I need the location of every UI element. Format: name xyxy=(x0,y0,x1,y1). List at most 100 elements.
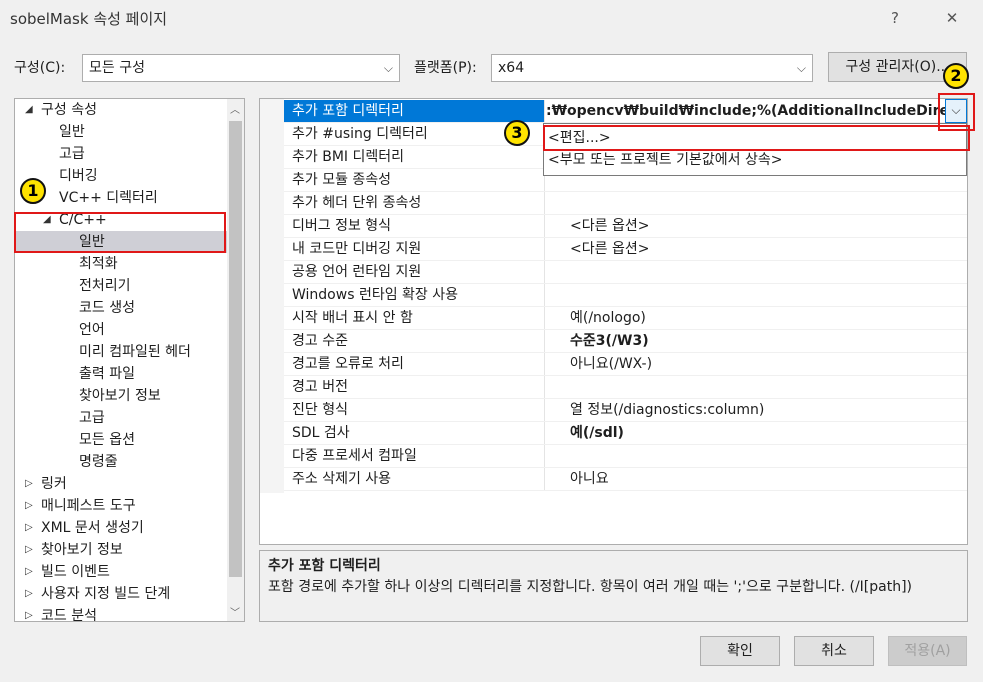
expand-arrow-icon[interactable]: ▷ xyxy=(25,539,33,561)
expand-arrow-icon[interactable]: ▷ xyxy=(25,495,33,517)
column-divider xyxy=(544,399,545,421)
chevron-up-icon[interactable]: ︿ xyxy=(230,101,240,116)
property-row[interactable]: 내 코드만 디버깅 지원 <다른 옵션> xyxy=(284,238,967,261)
scrollbar-thumb[interactable] xyxy=(229,121,242,577)
annotation-badge-2: 2 xyxy=(943,63,969,89)
expand-arrow-icon[interactable]: ▷ xyxy=(25,473,33,495)
collapse-arrow-icon[interactable]: ◢ xyxy=(25,99,33,121)
chevron-down-icon: ⌵ xyxy=(796,61,806,75)
column-divider xyxy=(544,330,545,352)
chevron-down-icon: ⌵ xyxy=(383,61,393,75)
tree-item[interactable]: 고급 xyxy=(15,407,227,429)
description-title: 추가 포함 디렉터리 xyxy=(268,558,381,574)
tree-item[interactable]: ▷ 찾아보기 정보 xyxy=(15,539,227,561)
property-name: 경고 수준 xyxy=(292,333,348,349)
tree-item[interactable]: 최적화 xyxy=(15,253,227,275)
property-row[interactable]: 경고 수준 수준3(/W3) xyxy=(284,330,967,353)
tree-item[interactable]: 명령줄 xyxy=(15,451,227,473)
tree-scrollbar[interactable]: ︿ ﹀ xyxy=(227,99,244,621)
expand-arrow-icon[interactable]: ▷ xyxy=(25,605,33,621)
property-row[interactable]: 경고 버전 xyxy=(284,376,967,399)
tree-item-label: 빌드 이벤트 xyxy=(41,564,110,580)
grid-gutter xyxy=(260,99,284,493)
property-name: 내 코드만 디버깅 지원 xyxy=(292,241,422,257)
window-title: sobelMask 속성 페이지 xyxy=(10,10,168,28)
property-row[interactable]: 공용 언어 런타임 지원 xyxy=(284,261,967,284)
column-divider xyxy=(544,307,545,329)
help-button[interactable]: ? xyxy=(875,4,915,32)
tree-item[interactable]: 미리 컴파일된 헤더 xyxy=(15,341,227,363)
expand-arrow-icon[interactable]: ▷ xyxy=(25,517,33,539)
property-value[interactable]: :₩opencv₩build₩include;%(AdditionalInclu… xyxy=(546,100,946,122)
tree-item[interactable]: ▷ XML 문서 생성기 xyxy=(15,517,227,539)
property-name: 공용 언어 런타임 지원 xyxy=(292,264,422,280)
tree-item-label: 일반 xyxy=(59,124,85,140)
expand-arrow-icon[interactable]: ▷ xyxy=(25,561,33,583)
tree-item-label: 찾아보기 정보 xyxy=(79,388,161,404)
property-value[interactable]: 아니요(/WX-) xyxy=(570,353,950,375)
tree-item[interactable]: 전처리기 xyxy=(15,275,227,297)
tree-item[interactable]: ▷ 빌드 이벤트 xyxy=(15,561,227,583)
tree-item[interactable]: VC++ 디렉터리 xyxy=(15,187,227,209)
property-name: 추가 모듈 종속성 xyxy=(292,172,392,188)
dropdown-item-inherit[interactable]: <부모 또는 프로젝트 기본값에서 상속> xyxy=(548,149,962,171)
property-value[interactable]: 예(/nologo) xyxy=(570,307,950,329)
tree-item[interactable]: 일반 xyxy=(15,121,227,143)
property-value[interactable]: 예(/sdl) xyxy=(570,422,950,444)
property-row[interactable]: 시작 배너 표시 안 함 예(/nologo) xyxy=(284,307,967,330)
column-divider xyxy=(544,353,545,375)
annotation-badge-1: 1 xyxy=(20,178,46,204)
property-name: 경고를 오류로 처리 xyxy=(292,356,404,372)
config-select[interactable]: 모든 구성 ⌵ xyxy=(82,54,400,82)
chevron-down-icon[interactable]: ﹀ xyxy=(230,604,240,619)
property-row[interactable]: Windows 런타임 확장 사용 xyxy=(284,284,967,307)
tree-item[interactable]: 언어 xyxy=(15,319,227,341)
tree-item[interactable]: ▷ 사용자 지정 빌드 단계 xyxy=(15,583,227,605)
tree-item[interactable]: ◢ 구성 속성 xyxy=(15,99,227,121)
property-row[interactable]: 추가 포함 디렉터리:₩opencv₩build₩include;%(Addit… xyxy=(284,100,967,123)
description-text: 포함 경로에 추가할 하나 이상의 디렉터리를 지정합니다. 항목이 여러 개일… xyxy=(268,579,913,595)
cancel-button[interactable]: 취소 xyxy=(794,636,874,666)
tree-item-label: 전처리기 xyxy=(79,278,131,294)
property-value[interactable]: <다른 옵션> xyxy=(570,238,950,260)
property-value[interactable]: 수준3(/W3) xyxy=(570,330,950,352)
property-row[interactable]: 주소 삭제기 사용 아니요 xyxy=(284,468,967,491)
tree-item-label: 미리 컴파일된 헤더 xyxy=(79,344,191,360)
property-row[interactable]: 다중 프로세서 컴파일 xyxy=(284,445,967,468)
platform-select[interactable]: x64 ⌵ xyxy=(491,54,813,82)
property-value[interactable]: <다른 옵션> xyxy=(570,215,950,237)
close-button[interactable]: ✕ xyxy=(932,4,972,32)
property-name: Windows 런타임 확장 사용 xyxy=(292,287,459,303)
description-panel: 추가 포함 디렉터리 포함 경로에 추가할 하나 이상의 디렉터리를 지정합니다… xyxy=(259,550,968,622)
tree-item-label: 찾아보기 정보 xyxy=(41,542,123,558)
tree-item[interactable]: ▷ 코드 분석 xyxy=(15,605,227,621)
property-name: SDL 검사 xyxy=(292,425,350,441)
property-row[interactable]: 디버그 정보 형식 <다른 옵션> xyxy=(284,215,967,238)
apply-button[interactable]: 적용(A) xyxy=(888,636,967,666)
property-row[interactable]: 진단 형식 열 정보(/diagnostics:column) xyxy=(284,399,967,422)
property-tree[interactable]: ◢ 구성 속성 일반 고급 디버깅 VC++ 디렉터리 ◢ C/C++ 일반 최적화 전처리기 코드 … xyxy=(14,98,245,622)
tree-item[interactable]: 코드 생성 xyxy=(15,297,227,319)
tree-item[interactable]: 고급 xyxy=(15,143,227,165)
tree-item[interactable]: 모든 옵션 xyxy=(15,429,227,451)
tree-item[interactable]: 찾아보기 정보 xyxy=(15,385,227,407)
property-row[interactable]: 경고를 오류로 처리 아니요(/WX-) xyxy=(284,353,967,376)
property-name: 경고 버전 xyxy=(292,379,348,395)
property-row[interactable]: SDL 검사 예(/sdl) xyxy=(284,422,967,445)
property-row[interactable]: 추가 헤더 단위 종속성 xyxy=(284,192,967,215)
tree-item[interactable]: ▷ 링커 xyxy=(15,473,227,495)
tree-item[interactable]: ▷ 매니페스트 도구 xyxy=(15,495,227,517)
property-value[interactable]: 열 정보(/diagnostics:column) xyxy=(570,399,950,421)
tree-item[interactable]: 디버깅 xyxy=(15,165,227,187)
tree-item-label: 매니페스트 도구 xyxy=(41,498,136,514)
tree-item-label: VC++ 디렉터리 xyxy=(59,190,158,206)
property-name: 진단 형식 xyxy=(292,402,348,418)
tree-item[interactable]: 출력 파일 xyxy=(15,363,227,385)
column-divider xyxy=(544,100,545,122)
platform-select-value: x64 xyxy=(498,60,525,76)
expand-arrow-icon[interactable]: ▷ xyxy=(25,583,33,605)
tree-item-label: XML 문서 생성기 xyxy=(41,520,144,536)
column-divider xyxy=(544,422,545,444)
property-value[interactable]: 아니요 xyxy=(570,468,950,490)
ok-button[interactable]: 확인 xyxy=(700,636,780,666)
